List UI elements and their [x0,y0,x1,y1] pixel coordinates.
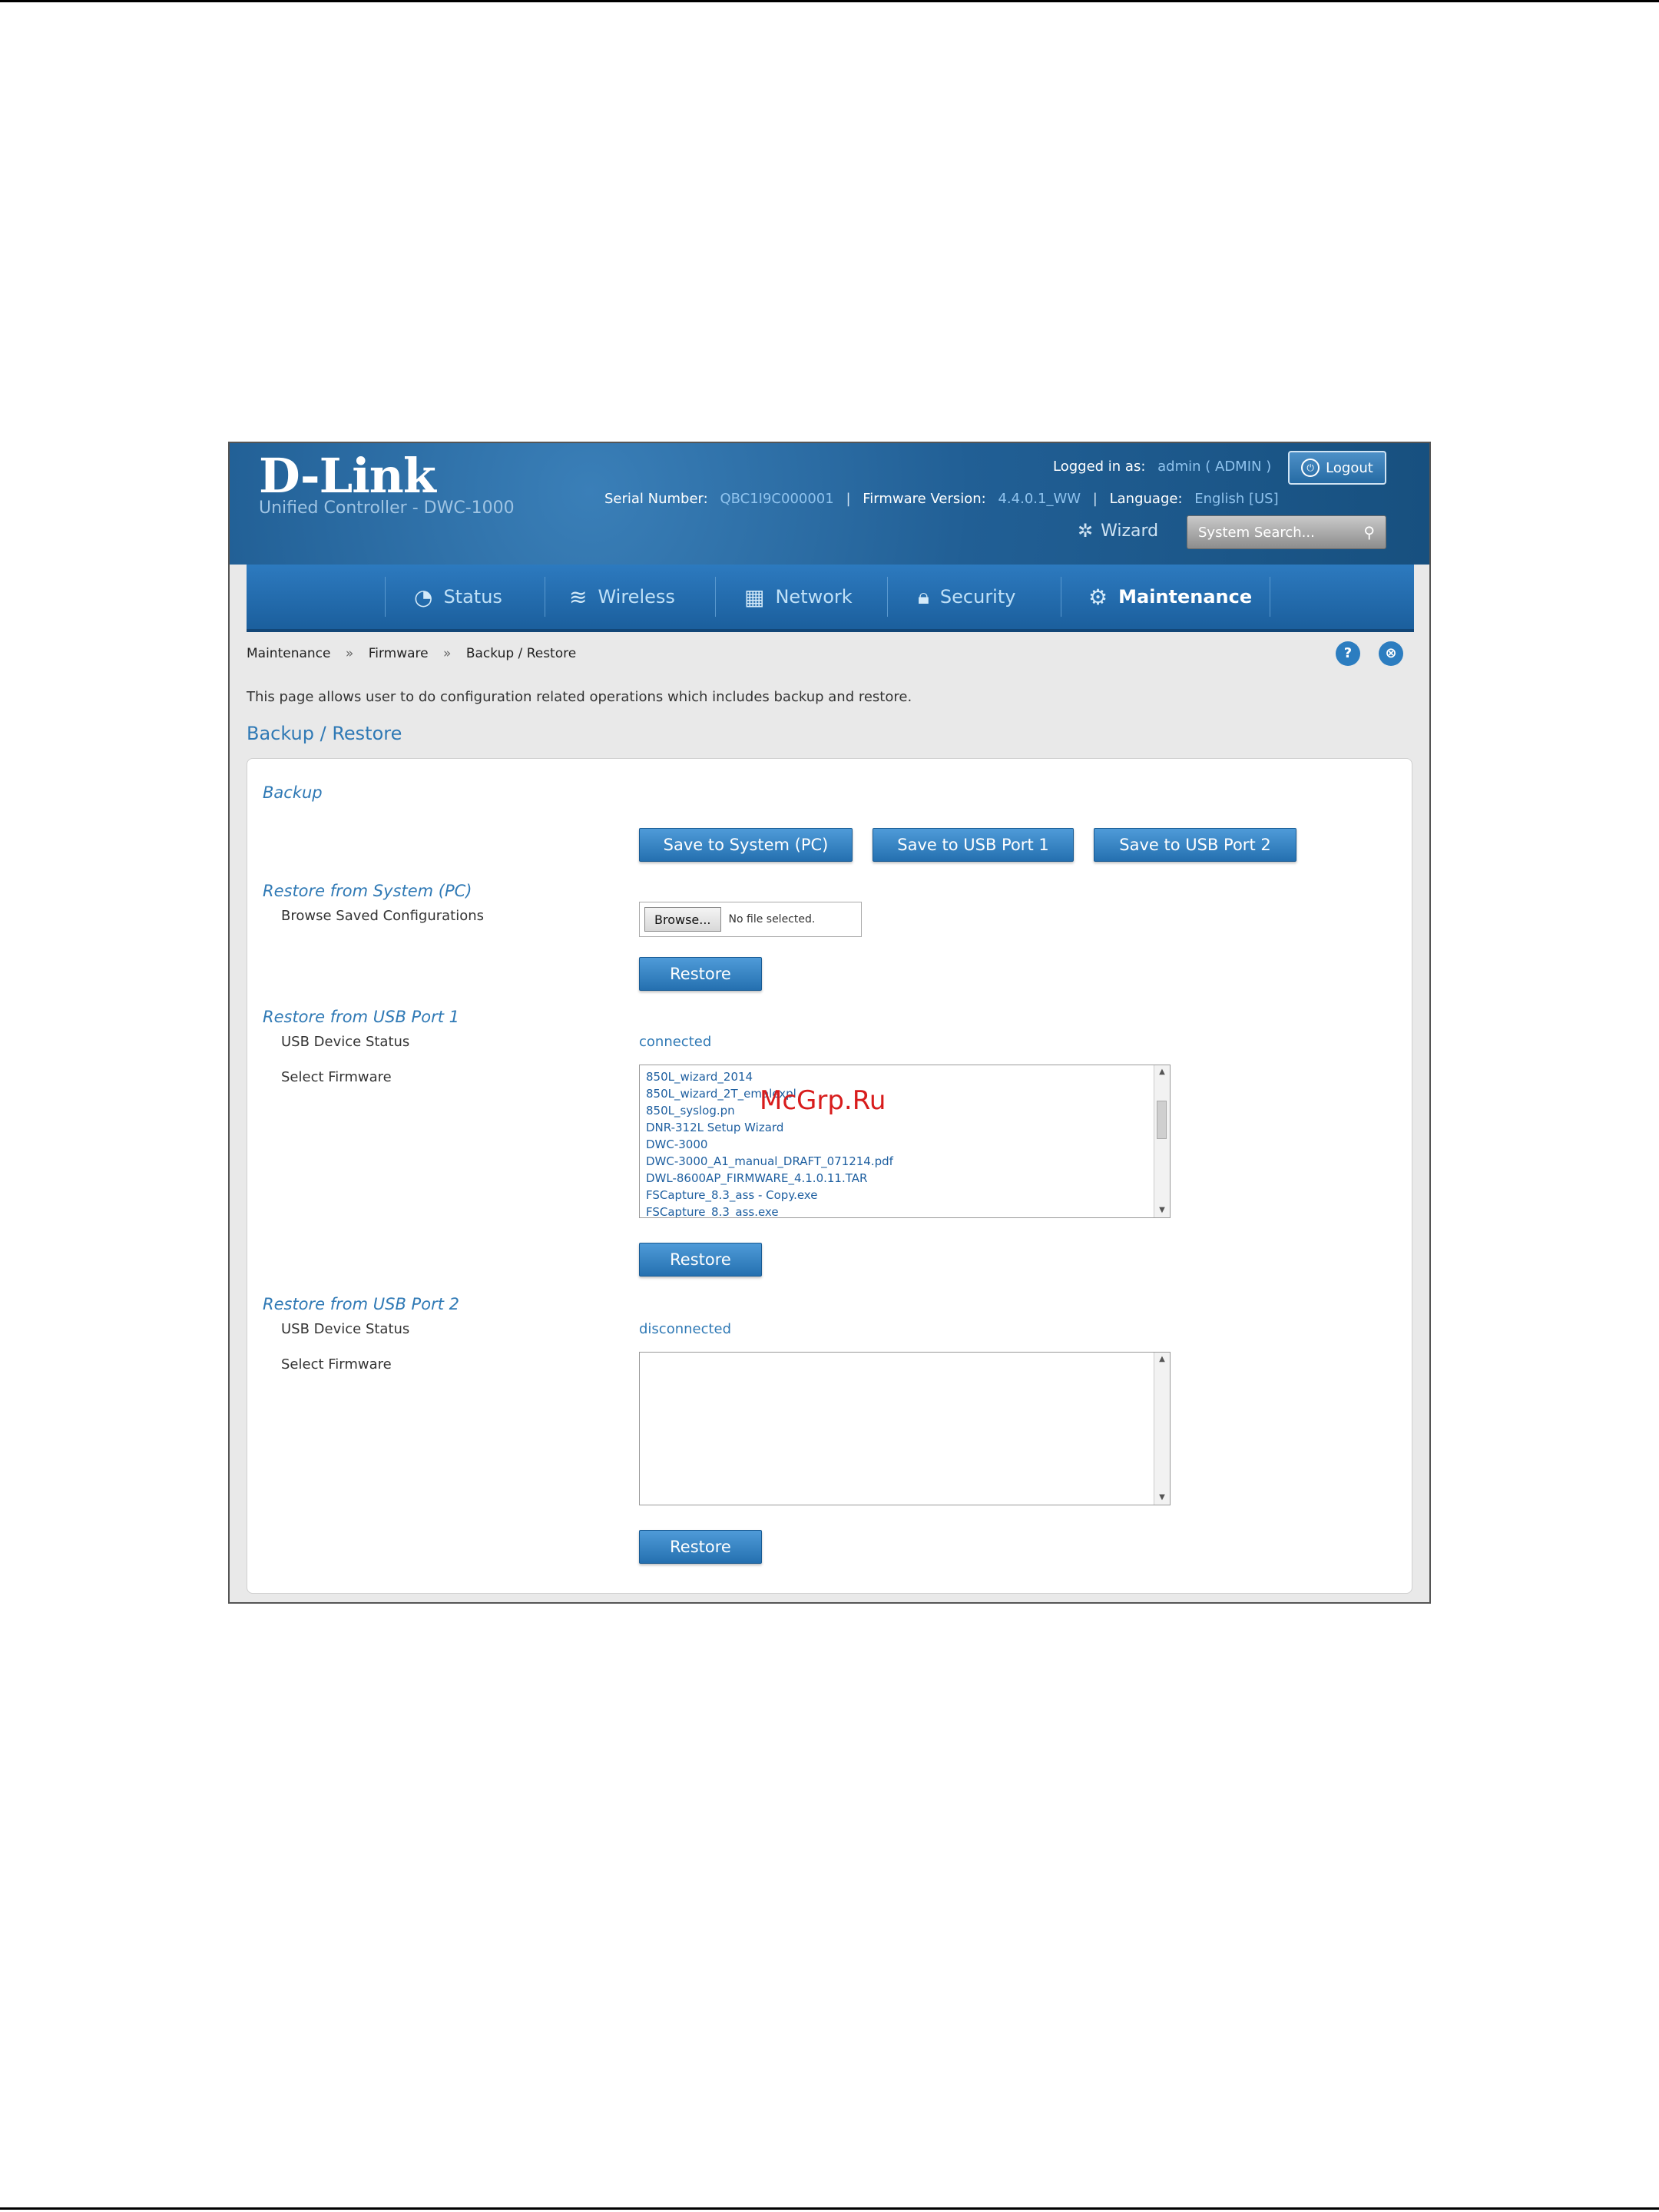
logged-in-user: admin ( ADMIN ) [1157,459,1272,475]
usb2-status-value: disconnected [639,1321,732,1337]
usb1-select-label: Select Firmware [281,1069,392,1085]
usb1-list-scrollbar[interactable]: ▲ ▼ [1154,1065,1170,1217]
header-banner: D-Link Unified Controller - DWC-1000 Log… [230,443,1429,565]
usb1-status-value: connected [639,1034,712,1050]
search-placeholder: System Search... [1198,524,1315,541]
scroll-thumb[interactable] [1157,1101,1167,1139]
list-item[interactable]: DWC-3000_A1_manual_DRAFT_071214.pdf [646,1153,1150,1170]
search-icon[interactable]: ⚲ [1363,523,1375,541]
browse-configs-label: Browse Saved Configurations [281,908,485,924]
browse-button[interactable]: Browse... [644,907,721,932]
nav-separator [715,577,716,617]
page-title: Backup / Restore [247,723,402,744]
usb1-firmware-items: 850L_wizard_2014 850L_wizard_2T_emalexpl… [646,1068,1150,1217]
network-icon: ▦ [744,584,765,610]
tab-security-label: Security [939,586,1016,608]
firmware-value: 4.4.0.1_WW [998,491,1081,507]
list-item[interactable]: 850L_wizard_2T_emalexpl [646,1085,1150,1102]
gears-icon: ⚙ [1088,584,1108,610]
usb2-firmware-list[interactable]: ▲ ▼ [639,1352,1171,1505]
tab-status-label: Status [443,586,502,608]
page-top-rule [0,0,1659,2]
usb2-status-label: USB Device Status [281,1321,410,1337]
language-label: Language: [1109,491,1183,507]
controller-screenshot: D-Link Unified Controller - DWC-1000 Log… [228,442,1431,1604]
save-to-usb1-button[interactable]: Save to USB Port 1 [873,828,1074,862]
watermark-text: McGrp.Ru [760,1085,886,1116]
list-item[interactable]: DWL-8600AP_FIRMWARE_4.1.0.11.TAR [646,1170,1150,1187]
tab-network[interactable]: ▦ Network [744,565,853,629]
tab-maintenance[interactable]: ⚙ Maintenance [1088,565,1252,629]
close-icon[interactable]: ⊗ [1379,641,1403,666]
power-icon: ⏻ [1301,459,1320,477]
wizard-label: Wizard [1101,521,1159,541]
breadcrumb-separator: » [345,646,354,661]
tab-wireless[interactable]: ≋ Wireless [569,565,675,629]
wand-icon: ✲ [1078,520,1094,541]
logged-in-info: Logged in as: admin ( ADMIN ) [1053,459,1271,475]
scroll-down-icon[interactable]: ▼ [1154,1204,1170,1217]
nav-separator [887,577,888,617]
breadcrumb: Maintenance » Firmware » Backup / Restor… [247,646,576,661]
restore-usb1-button[interactable]: Restore [639,1243,762,1277]
list-item[interactable]: FSCapture_8.3_ass - Copy.exe [646,1187,1150,1204]
list-item[interactable]: 850L_syslog.pn [646,1102,1150,1119]
restore-pc-heading: Restore from System (PC) [263,882,472,900]
serial-label: Serial Number: [604,491,708,507]
lock-icon: 🔒︎ [918,584,929,609]
main-nav: ◔ Status ≋ Wireless ▦ Network 🔒︎ Securit… [247,565,1414,632]
list-item[interactable]: 850L_wizard_2014 [646,1068,1150,1085]
wizard-link[interactable]: ✲ Wizard [1078,520,1158,541]
breadcrumb-item[interactable]: Maintenance [247,646,330,661]
info-separator: | [1092,491,1098,507]
restore-usb1-heading: Restore from USB Port 1 [263,1008,459,1026]
dlink-logo: D-Link [259,448,436,504]
save-to-usb2-button[interactable]: Save to USB Port 2 [1094,828,1296,862]
page-description: This page allows user to do configuratio… [247,689,912,705]
breadcrumb-item-current: Backup / Restore [465,646,577,661]
config-file-input[interactable]: Browse... No file selected. [639,902,862,937]
tab-maintenance-label: Maintenance [1118,586,1253,608]
usb1-firmware-list[interactable]: 850L_wizard_2014 850L_wizard_2T_emalexpl… [639,1065,1171,1218]
list-item[interactable]: DNR-312L Setup Wizard [646,1119,1150,1136]
wifi-icon: ≋ [569,584,588,610]
tab-security[interactable]: 🔒︎ Security [918,565,1015,629]
logged-in-label: Logged in as: [1053,459,1146,475]
device-info: Serial Number: QBC1I9C000001 | Firmware … [604,491,1279,507]
breadcrumb-item[interactable]: Firmware [369,646,429,661]
tab-network-label: Network [775,586,853,608]
breadcrumb-separator: » [443,646,452,661]
list-item[interactable]: DWC-3000 [646,1136,1150,1153]
firmware-label: Firmware Version: [863,491,986,507]
logout-label: Logout [1326,459,1373,476]
gauge-icon: ◔ [414,584,433,610]
usb2-select-label: Select Firmware [281,1356,392,1373]
language-value[interactable]: English [US] [1194,491,1278,507]
usb1-status-label: USB Device Status [281,1034,410,1050]
logout-button[interactable]: ⏻ Logout [1288,451,1386,485]
no-file-text: No file selected. [728,913,816,926]
restore-usb2-button[interactable]: Restore [639,1530,762,1564]
scroll-up-icon[interactable]: ▲ [1154,1353,1170,1366]
info-separator: | [846,491,851,507]
list-item[interactable]: FSCapture_8.3_ass.exe [646,1204,1150,1217]
scroll-down-icon[interactable]: ▼ [1154,1491,1170,1505]
restore-usb2-heading: Restore from USB Port 2 [263,1295,459,1313]
usb2-list-scrollbar[interactable]: ▲ ▼ [1154,1353,1170,1505]
serial-value: QBC1I9C000001 [720,491,834,507]
backup-restore-panel: Backup Save to System (PC) Save to USB P… [247,758,1412,1594]
product-name: Unified Controller - DWC-1000 [259,498,515,518]
system-search-input[interactable]: System Search... ⚲ [1187,515,1386,549]
tab-wireless-label: Wireless [598,586,675,608]
scroll-up-icon[interactable]: ▲ [1154,1065,1170,1079]
page-bottom-rule [0,2207,1659,2210]
backup-heading: Backup [263,783,323,802]
help-icon[interactable]: ? [1336,641,1360,666]
save-to-pc-button[interactable]: Save to System (PC) [639,828,853,862]
nav-separator [385,577,386,617]
tab-status[interactable]: ◔ Status [414,565,502,629]
restore-pc-button[interactable]: Restore [639,957,762,991]
